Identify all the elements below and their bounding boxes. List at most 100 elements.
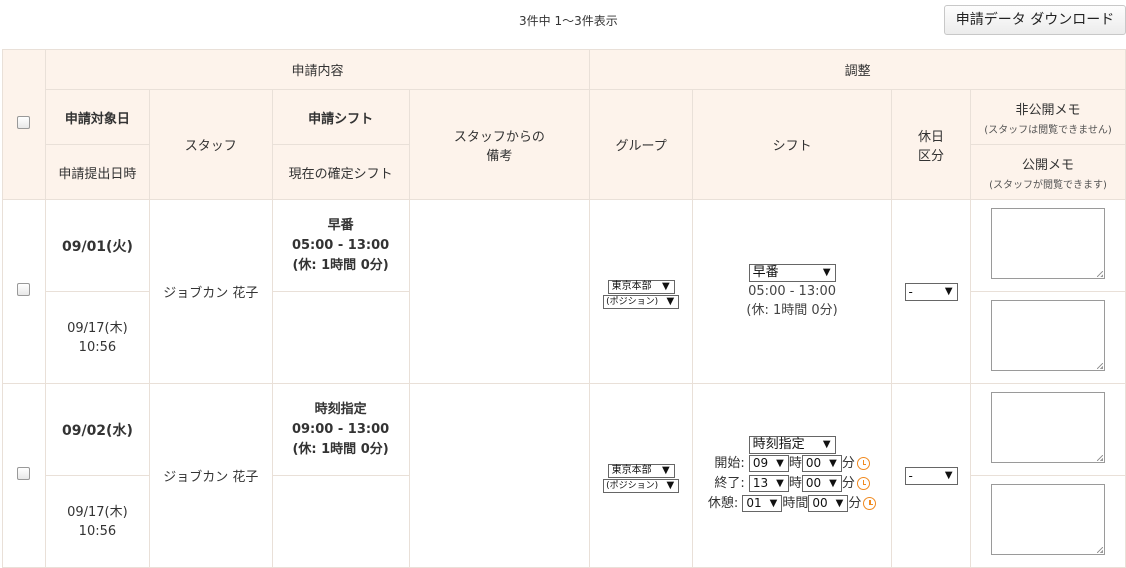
break-hour-value: 01 bbox=[746, 496, 762, 510]
private-memo-cell bbox=[970, 383, 1126, 476]
chevron-down-icon: ▼ bbox=[661, 465, 670, 476]
submitted-date: 09/17(木) bbox=[67, 320, 128, 336]
holiday-select[interactable]: - ▼ bbox=[904, 466, 958, 485]
chevron-down-icon: ▼ bbox=[822, 439, 831, 450]
public-memo-textarea[interactable] bbox=[991, 300, 1105, 371]
result-count: 3件中 1〜3件表示 bbox=[519, 14, 618, 28]
group-select[interactable]: 東京本部 ▼ bbox=[607, 464, 675, 478]
row-select-cell bbox=[2, 199, 46, 384]
request-shift-break: (休: 1時間 0分) bbox=[292, 257, 389, 273]
end-hour-value: 13 bbox=[752, 476, 769, 490]
break-label: 休憩: bbox=[707, 496, 739, 511]
start-label: 開始: bbox=[714, 456, 745, 471]
group-select-value: 東京本部 bbox=[611, 281, 652, 292]
start-minute-value: 00 bbox=[805, 456, 822, 470]
header-target-date: 申請対象日 bbox=[44, 89, 150, 145]
header-public-memo-label: 公開メモ bbox=[1022, 157, 1075, 173]
header-shift: シフト bbox=[692, 89, 893, 200]
current-shift bbox=[271, 475, 410, 568]
submitted-datetime: 09/17(木) 10:56 bbox=[44, 291, 150, 384]
header-private-memo-label: 非公開メモ bbox=[1015, 102, 1081, 118]
header-private-memo-note: (スタッフは閲覧できません) bbox=[984, 124, 1112, 136]
request-shift-name: 早番 bbox=[327, 217, 354, 233]
select-all-cell bbox=[2, 49, 46, 200]
chevron-down-icon: ▼ bbox=[829, 458, 837, 469]
position-select-value: (ポジション) bbox=[606, 480, 659, 491]
clock-icon[interactable] bbox=[856, 457, 870, 470]
header-public-memo: 公開メモ (スタッフが閲覧できます) bbox=[970, 144, 1126, 200]
header-staff: スタッフ bbox=[148, 89, 273, 200]
position-select-value: (ポジション) bbox=[606, 296, 659, 307]
request-shift-time: 09:00 - 13:00 bbox=[291, 421, 390, 437]
minute-unit: 分 bbox=[841, 456, 855, 471]
select-all-checkbox[interactable] bbox=[17, 116, 31, 129]
private-memo-textarea[interactable] bbox=[991, 208, 1105, 279]
download-button[interactable]: 申請データ ダウンロード bbox=[944, 5, 1126, 35]
shift-cell: 時刻指定 ▼ 開始: 09 ▼ 時 00 ▼ 分 終了: 13 ▼ 時 00 ▼ 分 休憩: 01 ▼ 時… bbox=[692, 383, 893, 568]
table-row: 09/02(水) ジョブカン 花子 時刻指定 09:00 - 13:00 (休:… bbox=[2, 383, 1126, 568]
chevron-down-icon: ▼ bbox=[944, 469, 953, 481]
header-request-shift: 申請シフト bbox=[271, 89, 410, 145]
chevron-down-icon: ▼ bbox=[776, 478, 784, 489]
submitted-time: 10:56 bbox=[78, 523, 117, 539]
shift-select-value: 時刻指定 bbox=[752, 437, 805, 452]
shift-select[interactable]: 時刻指定 ▼ bbox=[748, 436, 836, 454]
hours-unit: 時間 bbox=[782, 496, 809, 511]
clock-icon[interactable] bbox=[856, 477, 870, 490]
chevron-down-icon: ▼ bbox=[666, 295, 675, 307]
break-minute-value: 00 bbox=[812, 496, 828, 510]
public-memo-cell bbox=[970, 291, 1126, 384]
end-hour-select[interactable]: 13 ▼ bbox=[748, 475, 789, 492]
private-memo-textarea[interactable] bbox=[991, 392, 1105, 463]
row-checkbox[interactable] bbox=[17, 467, 31, 480]
group-cell: 東京本部 ▼ (ポジション) ▼ bbox=[589, 383, 694, 568]
holiday-select[interactable]: - ▼ bbox=[904, 282, 958, 301]
header-public-memo-note: (スタッフが閲覧できます) bbox=[989, 179, 1107, 191]
chevron-down-icon: ▼ bbox=[829, 478, 837, 489]
submitted-datetime: 09/17(木) 10:56 bbox=[44, 475, 150, 568]
staff-note bbox=[408, 383, 591, 568]
chevron-down-icon: ▼ bbox=[666, 479, 675, 491]
row-checkbox[interactable] bbox=[17, 283, 31, 296]
minute-unit: 分 bbox=[841, 476, 855, 491]
hour-unit: 時 bbox=[788, 456, 802, 471]
public-memo-textarea[interactable] bbox=[991, 484, 1105, 555]
hour-unit: 時 bbox=[788, 476, 802, 491]
request-table: 申請内容 調整 申請対象日 スタッフ 申請シフト スタッフからの 備考 グループ… bbox=[2, 49, 1126, 568]
request-shift: 時刻指定 09:00 - 13:00 (休: 1時間 0分) bbox=[271, 383, 410, 476]
target-date: 09/01(火) bbox=[44, 199, 150, 292]
request-shift: 早番 05:00 - 13:00 (休: 1時間 0分) bbox=[271, 199, 410, 292]
start-minute-select[interactable]: 00 ▼ bbox=[801, 455, 842, 472]
break-time-row: 休憩: 01 ▼ 時間 00 ▼ 分 bbox=[693, 494, 891, 514]
break-minute-select[interactable]: 00 ▼ bbox=[808, 495, 849, 512]
row-select-cell bbox=[2, 383, 46, 568]
chevron-down-icon: ▼ bbox=[835, 498, 844, 509]
chevron-down-icon: ▼ bbox=[776, 458, 784, 469]
position-select[interactable]: (ポジション) ▼ bbox=[603, 294, 680, 309]
shift-select-value: 早番 bbox=[752, 264, 779, 280]
group-select-value: 東京本部 bbox=[611, 465, 652, 476]
request-shift-break: (休: 1時間 0分) bbox=[292, 441, 389, 457]
target-date: 09/02(水) bbox=[44, 383, 150, 476]
start-hour-select[interactable]: 09 ▼ bbox=[748, 455, 789, 472]
shift-time: 05:00 - 13:00 bbox=[748, 283, 837, 299]
group-header-adjust: 調整 bbox=[589, 49, 1126, 90]
position-select[interactable]: (ポジション) ▼ bbox=[603, 478, 680, 493]
staff-name[interactable]: ジョブカン 花子 bbox=[148, 383, 273, 568]
end-minute-select[interactable]: 00 ▼ bbox=[801, 475, 842, 492]
break-hour-select[interactable]: 01 ▼ bbox=[742, 495, 783, 512]
group-select[interactable]: 東京本部 ▼ bbox=[607, 280, 675, 294]
staff-name[interactable]: ジョブカン 花子 bbox=[148, 199, 273, 384]
header-submitted: 申請提出日時 bbox=[44, 144, 150, 200]
public-memo-cell bbox=[970, 475, 1126, 568]
group-cell: 東京本部 ▼ (ポジション) ▼ bbox=[589, 199, 694, 384]
header-private-memo: 非公開メモ (スタッフは閲覧できません) bbox=[970, 89, 1126, 145]
table-row: 09/01(火) ジョブカン 花子 早番 05:00 - 13:00 (休: 1… bbox=[2, 199, 1126, 384]
private-memo-cell bbox=[970, 199, 1126, 292]
clock-icon[interactable] bbox=[863, 497, 877, 510]
header-staff-note-line2: 備考 bbox=[486, 148, 513, 164]
shift-select[interactable]: 早番 ▼ bbox=[748, 263, 836, 282]
current-shift bbox=[271, 291, 410, 384]
start-hour-value: 09 bbox=[752, 456, 769, 470]
shift-break: (休: 1時間 0分) bbox=[746, 302, 838, 318]
